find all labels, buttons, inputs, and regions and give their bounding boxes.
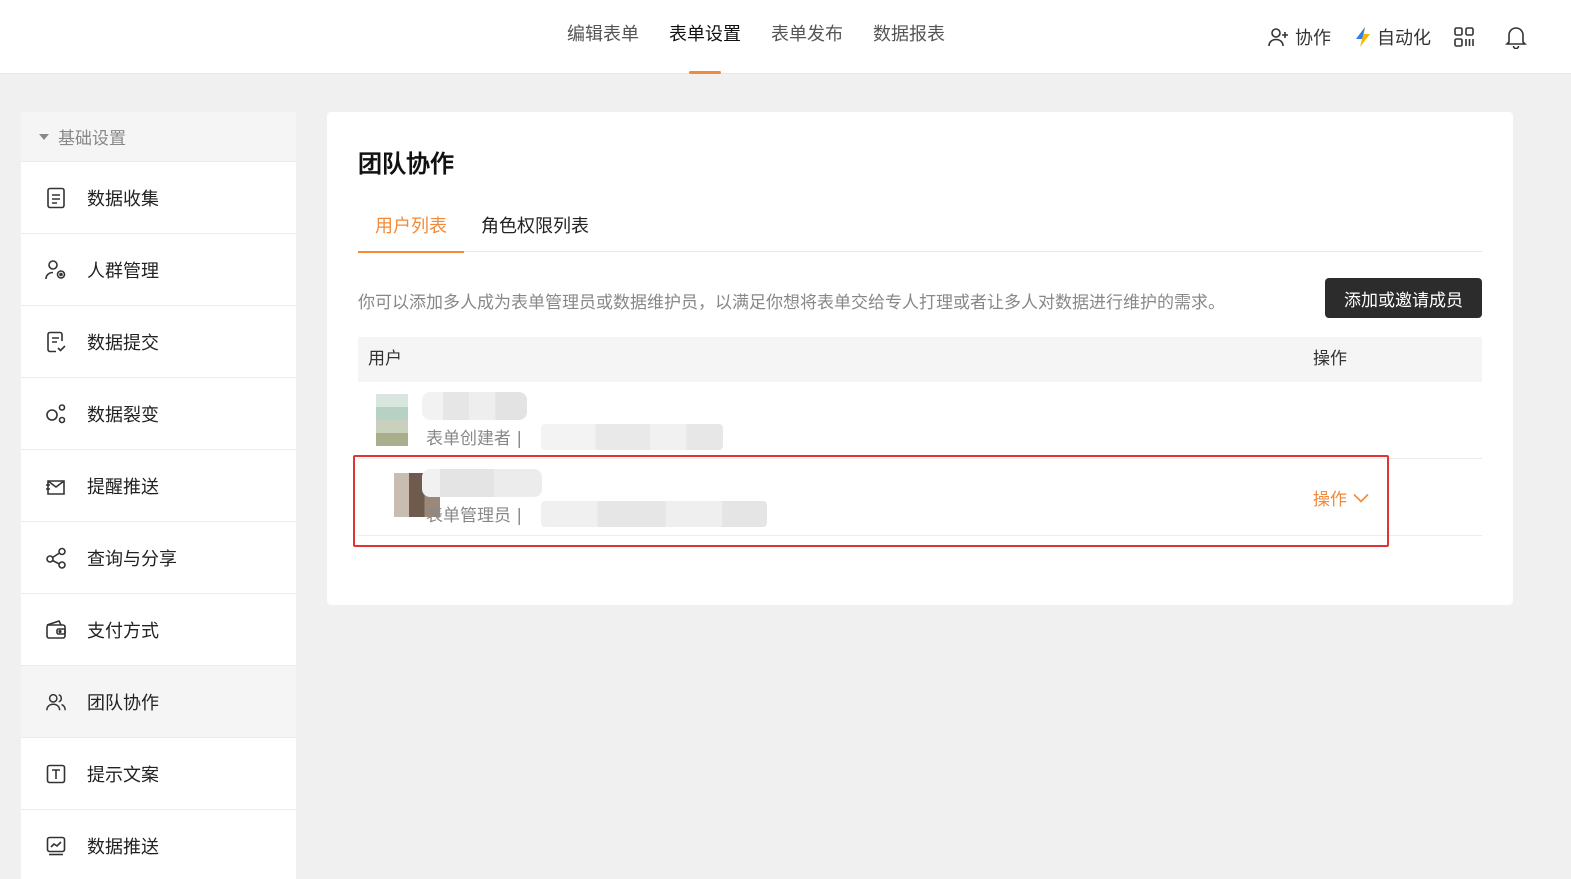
notification-button[interactable] (1505, 25, 1531, 49)
sidebar-section-title: 基础设置 (58, 129, 126, 149)
caret-down-icon (39, 133, 49, 140)
sidebar-item-crowd-management[interactable]: 人群管理 (21, 234, 296, 306)
reminder-push-icon (45, 475, 67, 497)
top-right-actions: 协作 自动化 (1245, 0, 1531, 74)
text-icon (45, 763, 67, 785)
sidebar-item-team-collab[interactable]: 团队协作 (21, 666, 296, 738)
top-bar: 编辑表单 表单设置 表单发布 数据报表 协作 自动化 (0, 0, 1571, 74)
user-meta-blurred (541, 501, 767, 527)
sidebar-item-label: 团队协作 (87, 692, 159, 714)
user-role: 表单创建者 | (426, 429, 523, 449)
user-meta-blurred (541, 424, 723, 450)
sidebar-item-payment[interactable]: 支付方式 (21, 594, 296, 666)
nav-form-publish[interactable]: 表单发布 (756, 0, 858, 74)
sidebar-item-label: 查询与分享 (87, 548, 177, 570)
submit-document-icon (45, 331, 67, 353)
wallet-icon (45, 619, 67, 641)
page-title: 团队协作 (358, 150, 454, 178)
tab-role-permissions[interactable]: 角色权限列表 (464, 212, 606, 252)
sidebar-item-label: 数据裂变 (87, 404, 159, 426)
sidebar-item-label: 提醒推送 (87, 476, 159, 498)
team-icon (45, 691, 67, 713)
fission-icon (45, 403, 67, 425)
description-text: 你可以添加多人成为表单管理员或数据维护员，以满足你想将表单交给专人打理或者让多人… (358, 293, 1225, 313)
sidebar: 基础设置 数据收集 人群管理 数据提交 数据裂变 提醒推送 查询与分享 支付方式… (21, 112, 296, 879)
sidebar-item-reminder-push[interactable]: 提醒推送 (21, 450, 296, 522)
tab-user-list[interactable]: 用户列表 (358, 212, 464, 253)
sidebar-item-label: 数据收集 (87, 188, 159, 210)
avatar (376, 394, 408, 446)
lightning-icon (1356, 27, 1370, 47)
sidebar-item-data-fission[interactable]: 数据裂变 (21, 378, 296, 450)
collab-button[interactable]: 协作 (1267, 24, 1331, 50)
user-role: 表单管理员 | (426, 506, 523, 526)
add-invite-member-button[interactable]: 添加或邀请成员 (1325, 278, 1482, 318)
nav-edit-form[interactable]: 编辑表单 (552, 0, 654, 74)
chart-push-icon (45, 835, 67, 857)
sidebar-item-label: 数据推送 (87, 836, 159, 858)
column-header-user: 用户 (368, 349, 402, 369)
automation-label: 自动化 (1377, 28, 1431, 49)
automation-button[interactable]: 自动化 (1353, 24, 1431, 50)
sidebar-item-query-share[interactable]: 查询与分享 (21, 522, 296, 594)
sidebar-item-data-collection[interactable]: 数据收集 (21, 162, 296, 234)
sidebar-item-label: 提示文案 (87, 764, 159, 786)
bell-icon (1505, 27, 1527, 49)
team-collab-panel: 团队协作 用户列表 角色权限列表 你可以添加多人成为表单管理员或数据维护员，以满… (327, 112, 1513, 605)
sidebar-item-data-submit[interactable]: 数据提交 (21, 306, 296, 378)
sidebar-item-prompt-text[interactable]: 提示文案 (21, 738, 296, 810)
user-settings-icon (45, 259, 67, 281)
sidebar-section-header[interactable]: 基础设置 (21, 112, 296, 162)
user-name-blurred (422, 392, 527, 420)
row-action-label: 操作 (1313, 490, 1347, 510)
column-header-action: 操作 (1313, 349, 1347, 369)
sidebar-item-data-push[interactable]: 数据推送 (21, 810, 296, 879)
tab-bar: 用户列表 角色权限列表 (358, 212, 1482, 253)
nav-data-report[interactable]: 数据报表 (858, 0, 960, 74)
sidebar-item-label: 人群管理 (87, 260, 159, 282)
row-action-dropdown[interactable]: 操作 (1313, 485, 1369, 510)
add-user-icon (1268, 28, 1288, 47)
table-row: 表单管理员 | 操作 (358, 459, 1482, 536)
table-header: 用户 操作 (358, 337, 1482, 382)
top-nav: 编辑表单 表单设置 表单发布 数据报表 (552, 0, 960, 74)
collab-label: 协作 (1295, 28, 1331, 49)
user-name-blurred (422, 469, 542, 497)
apps-grid-icon (1454, 27, 1474, 47)
nav-form-settings[interactable]: 表单设置 (654, 0, 756, 74)
document-icon (45, 187, 67, 209)
sidebar-item-label: 数据提交 (87, 332, 159, 354)
share-icon (45, 547, 67, 569)
apps-button[interactable] (1453, 26, 1479, 48)
chevron-down-icon (1353, 493, 1369, 503)
table-row: 表单创建者 | (358, 382, 1482, 459)
sidebar-item-label: 支付方式 (87, 620, 159, 642)
